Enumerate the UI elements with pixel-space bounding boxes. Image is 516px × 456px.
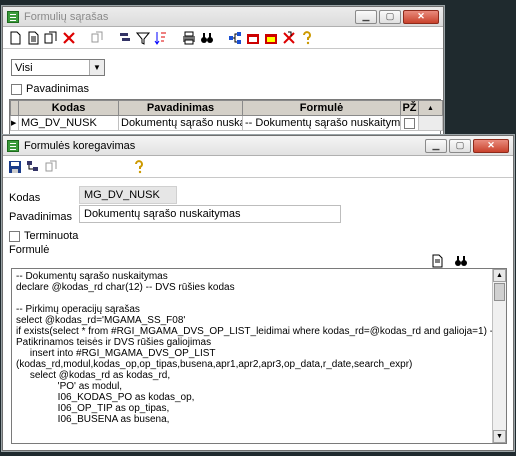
help-icon[interactable] (131, 159, 147, 175)
minimize-button[interactable]: ▁ (425, 138, 447, 153)
maximize-button[interactable]: ▢ (379, 9, 401, 24)
sort-icon[interactable] (153, 30, 169, 46)
formula-list-window: Formulių sąrašas ▁ ▢ ✕ Visi ▼ Pavadinima… (2, 6, 444, 136)
table-row[interactable]: ▶ MG_DV_NUSK Dokumentų sąrašo nuskaityma… (10, 115, 443, 131)
formula-code-text: -- Dokumentų sąrašo nuskaitymas declare … (16, 271, 496, 425)
edit-toolbar (3, 156, 513, 178)
pavadinimas-label: Pavadinimas (9, 211, 72, 223)
formula-list-titlebar[interactable]: Formulių sąrašas ▁ ▢ ✕ (3, 7, 443, 27)
formula-edit-titlebar[interactable]: Formulės koregavimas ▁ ▢ ✕ (3, 136, 513, 156)
close-button[interactable]: ✕ (473, 138, 509, 153)
help-icon[interactable] (299, 30, 315, 46)
copy-icon[interactable] (43, 30, 59, 46)
print-icon[interactable] (181, 30, 197, 46)
column-header-pz[interactable]: PŽ (400, 100, 419, 116)
formule-label: Formulė (9, 244, 50, 256)
formula-edit-window: Formulės koregavimas ▁ ▢ ✕ Kodas MG_DV_N… (2, 135, 514, 451)
formula-code-editor[interactable]: -- Dokumentų sąrašo nuskaitymas declare … (11, 268, 507, 444)
minimize-button[interactable]: ▁ (355, 9, 377, 24)
hierarchy-icon[interactable] (227, 30, 243, 46)
cell-pz[interactable] (400, 115, 419, 131)
copy-disabled-icon (89, 30, 105, 46)
new-document-icon[interactable] (7, 30, 23, 46)
app-icon (7, 10, 19, 23)
formula-grid[interactable]: Kodas Pavadinimas Formulė PŽ ▲ ▶ MG_DV_N… (9, 99, 443, 135)
cell-pavadinimas[interactable]: Dokumentų sąrašo nuskaitymas (118, 115, 243, 131)
scroll-up-button[interactable]: ▲ (418, 100, 443, 116)
search-binoculars-icon[interactable] (453, 253, 469, 269)
pavadinimas-checkbox[interactable] (11, 83, 22, 95)
chevron-down-icon[interactable]: ▼ (89, 60, 104, 75)
scrollbar-track[interactable] (418, 115, 443, 131)
column-header-formule[interactable]: Formulė (242, 100, 401, 116)
save-icon[interactable] (7, 159, 23, 175)
cell-formule[interactable]: -- Dokumentų sąrašo nuskaitymas (242, 115, 401, 131)
kodas-label: Kodas (9, 192, 41, 204)
app-icon (7, 139, 19, 152)
filter-icon[interactable] (135, 30, 151, 46)
copy-disabled-icon (43, 159, 59, 175)
document-icon[interactable] (429, 253, 445, 269)
maximize-button[interactable]: ▢ (449, 138, 471, 153)
calendar-alt-icon[interactable] (263, 30, 279, 46)
column-header-pavadinimas[interactable]: Pavadinimas (118, 100, 243, 116)
tree-filter-icon[interactable] (117, 30, 133, 46)
terminuota-checkbox-label: Terminuota (24, 230, 79, 242)
close-button[interactable]: ✕ (403, 9, 439, 24)
pz-checkbox[interactable] (404, 117, 415, 129)
scroll-thumb[interactable] (494, 283, 505, 301)
tools-cancel-icon[interactable] (281, 30, 297, 46)
code-scrollbar[interactable]: ▲ ▼ (492, 269, 506, 443)
filter-select[interactable]: Visi ▼ (11, 59, 105, 76)
edit-document-icon[interactable] (25, 30, 41, 46)
terminuota-checkbox[interactable] (9, 230, 20, 242)
delete-icon[interactable] (61, 30, 77, 46)
kodas-field[interactable]: MG_DV_NUSK (79, 186, 177, 204)
scroll-up-icon[interactable]: ▲ (493, 269, 506, 282)
list-toolbar (3, 27, 443, 49)
column-header-kodas[interactable]: Kodas (18, 100, 119, 116)
window-title: Formulių sąrašas (24, 10, 109, 23)
row-header-cell (10, 100, 19, 116)
pavadinimas-field[interactable]: Dokumentų sąrašo nuskaitymas (79, 205, 341, 223)
tree-view-icon[interactable] (25, 159, 41, 175)
search-binoculars-icon[interactable] (199, 30, 215, 46)
window-title: Formulės koregavimas (24, 139, 136, 152)
cell-kodas[interactable]: MG_DV_NUSK (18, 115, 119, 131)
calendar-icon[interactable] (245, 30, 261, 46)
scroll-down-icon[interactable]: ▼ (493, 430, 506, 443)
pavadinimas-checkbox-label: Pavadinimas (26, 83, 89, 95)
filter-select-value: Visi (15, 61, 33, 74)
row-pointer-icon: ▶ (10, 115, 19, 131)
